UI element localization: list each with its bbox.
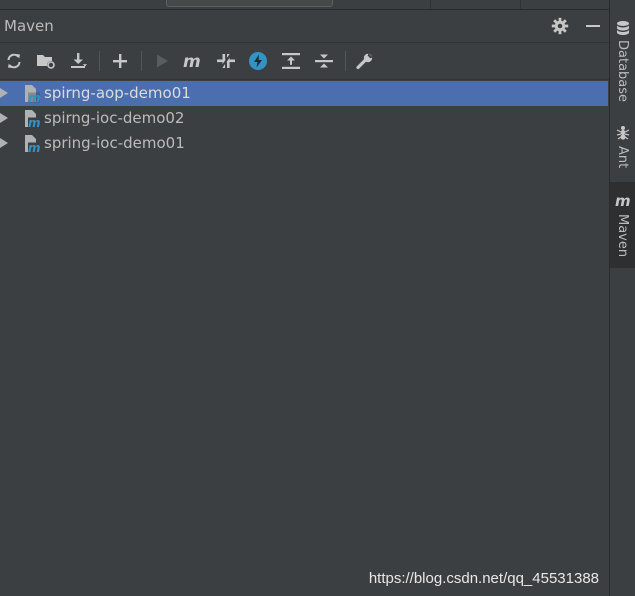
- maven-project-tree: m spirng-aop-demo01 m spirng-ioc-demo02 …: [0, 80, 609, 596]
- tree-item[interactable]: m spirng-aop-demo01: [0, 81, 608, 106]
- svg-text:m: m: [28, 116, 40, 128]
- side-tab-maven[interactable]: m Maven: [610, 182, 635, 268]
- expand-arrow-icon[interactable]: [0, 113, 8, 123]
- add-folder-icon[interactable]: [35, 50, 57, 72]
- toolbar-separator: [99, 51, 100, 71]
- divider: [430, 0, 431, 9]
- tree-item-label: spirng-ioc-demo02: [44, 109, 185, 127]
- tree-item-label: spirng-aop-demo01: [44, 84, 191, 102]
- maven-toolbar: m: [0, 43, 609, 80]
- expand-all-icon[interactable]: [280, 50, 302, 72]
- database-icon: [617, 21, 629, 35]
- right-tool-stripe: Database Ant m Maven: [609, 0, 635, 596]
- tree-item-label: spring-ioc-demo01: [44, 134, 185, 152]
- reload-icon[interactable]: [3, 50, 25, 72]
- svg-text:m: m: [28, 141, 40, 153]
- tool-window-header: Maven: [0, 10, 609, 43]
- maven-module-icon: m: [25, 110, 40, 128]
- panel-title: Maven: [4, 17, 54, 35]
- side-tab-database[interactable]: Database: [610, 18, 635, 104]
- tree-item[interactable]: m spring-ioc-demo01: [0, 131, 608, 156]
- wrench-icon[interactable]: [354, 50, 376, 72]
- expand-arrow-icon[interactable]: [0, 138, 8, 148]
- watermark-url: https://blog.csdn.net/qq_45531388: [368, 570, 599, 587]
- maven-goal-icon[interactable]: m: [182, 50, 204, 72]
- side-tab-label: Maven: [615, 214, 630, 258]
- divider: [520, 0, 521, 9]
- editor-tab-edge[interactable]: [166, 0, 333, 7]
- maven-icon: m: [615, 192, 631, 208]
- skip-tests-icon[interactable]: [247, 50, 269, 72]
- toolbar-separator: [345, 51, 346, 71]
- side-tab-label: Ant: [615, 146, 630, 169]
- top-editor-strip: [0, 0, 609, 10]
- side-tab-ant[interactable]: Ant: [610, 120, 635, 176]
- svg-text:m: m: [183, 52, 201, 70]
- collapse-all-icon[interactable]: [313, 50, 335, 72]
- side-tab-label: Database: [615, 40, 630, 103]
- expand-arrow-icon[interactable]: [0, 88, 8, 98]
- maven-module-icon: m: [25, 135, 40, 153]
- plus-icon[interactable]: [109, 50, 131, 72]
- tree-item[interactable]: m spirng-ioc-demo02: [0, 106, 608, 131]
- toggle-offline-icon[interactable]: [215, 50, 237, 72]
- download-icon[interactable]: [68, 50, 90, 72]
- run-icon[interactable]: [151, 50, 173, 72]
- toolbar-separator: [141, 51, 142, 71]
- svg-text:m: m: [615, 192, 631, 208]
- gear-icon[interactable]: [550, 16, 570, 36]
- maven-module-icon: m: [25, 85, 40, 103]
- minimize-icon[interactable]: [583, 16, 603, 36]
- ant-icon: [616, 126, 630, 140]
- svg-text:m: m: [28, 91, 40, 103]
